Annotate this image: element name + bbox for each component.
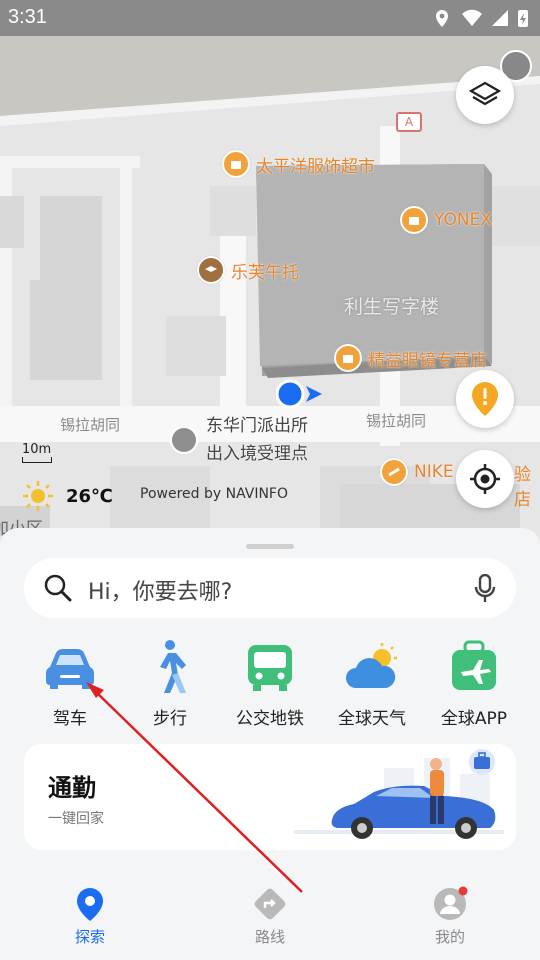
travel-icon	[444, 636, 504, 698]
quick-action-weather[interactable]: 全球天气	[322, 636, 422, 729]
shop-icon	[222, 150, 250, 178]
locate-button[interactable]	[456, 450, 514, 508]
bottom-navigation: 探索 路线 我的	[0, 878, 540, 960]
temperature: 26℃	[66, 485, 113, 507]
explore-pin-icon	[77, 888, 103, 921]
poi-yonex[interactable]: YONEX	[400, 206, 492, 234]
car-icon	[40, 636, 100, 698]
shop-icon	[334, 344, 362, 372]
location-status-icon	[436, 10, 448, 27]
signal-icon	[492, 10, 508, 26]
sun-icon	[23, 481, 53, 511]
street-label: 锡拉胡同	[60, 416, 121, 434]
commute-illustration	[294, 749, 504, 839]
quick-action-global-app[interactable]: 全球APP	[424, 636, 524, 729]
report-button[interactable]	[456, 370, 514, 428]
search-icon	[44, 574, 72, 602]
map-view[interactable]: A 太平洋服饰超市 YONEX 乐芙午托 利生写字楼 精益眼镜专营店 东华门派出…	[0, 36, 540, 536]
nav-label: 探索	[74, 928, 105, 946]
nav-label: 路线	[254, 928, 285, 946]
nav-label: 我的	[434, 928, 465, 946]
status-bar: 3:31	[0, 0, 540, 36]
quick-action-transit[interactable]: 公交地铁	[220, 636, 320, 729]
nav-mine[interactable]: 我的	[400, 886, 500, 947]
commute-subtitle: 一键回家	[48, 811, 104, 827]
scale-label: 10m	[22, 442, 52, 457]
microphone-icon[interactable]	[474, 574, 496, 604]
current-location-marker	[276, 379, 322, 409]
building-label: 利生写字楼	[344, 296, 440, 318]
bottom-sheet[interactable]: Hi，你要去哪? 驾车 步行 公交地铁 全球天气 全球APP 通勤 一键回家	[0, 528, 540, 878]
police-icon[interactable]	[170, 426, 198, 454]
poi-label: 太平洋服饰超市	[256, 156, 375, 177]
status-time: 3:31	[8, 6, 47, 28]
layers-button[interactable]	[456, 66, 514, 124]
status-icons	[436, 9, 528, 27]
quick-action-label: 公交地铁	[236, 709, 304, 729]
poi-label: 出入境受理点	[206, 444, 308, 464]
weather-widget[interactable]: 26℃	[22, 480, 113, 512]
poi-pacific-clothing[interactable]: 太平洋服饰超市	[222, 150, 375, 178]
road-badge: A	[396, 112, 422, 132]
quick-action-drive[interactable]: 驾车	[20, 636, 120, 729]
search-bar[interactable]: Hi，你要去哪?	[24, 558, 516, 618]
poi-label-fragment: 验店	[514, 465, 531, 510]
poi-police-station[interactable]: 东华门派出所 出入境受理点	[206, 412, 308, 468]
poi-label: 精益眼镜专营店	[368, 350, 487, 371]
layers-icon	[469, 81, 501, 106]
quick-action-label: 步行	[153, 709, 187, 729]
commute-card[interactable]: 通勤 一键回家	[24, 744, 516, 850]
map-scale: 10m	[22, 442, 52, 463]
map-credit: Powered by NAVINFO	[140, 486, 288, 502]
commute-title: 通勤	[48, 774, 96, 802]
crosshair-icon	[470, 464, 500, 494]
avatar-icon	[434, 886, 468, 920]
shop-icon	[380, 458, 408, 486]
wifi-icon	[462, 9, 482, 26]
alert-pin-icon	[472, 382, 498, 416]
quick-action-label: 全球APP	[440, 709, 508, 729]
poi-label: 乐芙午托	[231, 262, 299, 283]
poi-label: YONEX	[434, 210, 492, 230]
walk-icon	[140, 636, 200, 698]
weather-icon	[342, 636, 402, 698]
street-label: 锡拉胡同	[366, 412, 427, 430]
poi-lefu-daycare[interactable]: 乐芙午托	[197, 256, 299, 284]
search-input[interactable]: Hi，你要去哪?	[88, 574, 232, 606]
route-icon	[254, 888, 286, 920]
nav-route[interactable]: 路线	[220, 886, 320, 947]
poi-nike[interactable]: NIKE	[380, 458, 454, 486]
school-icon	[197, 256, 225, 284]
quick-action-label: 驾车	[53, 709, 87, 729]
quick-action-label: 全球天气	[338, 709, 406, 729]
quick-action-walk[interactable]: 步行	[120, 636, 220, 729]
poi-jingyi-optical[interactable]: 精益眼镜专营店	[334, 344, 487, 372]
bus-icon	[240, 636, 300, 698]
nav-explore[interactable]: 探索	[40, 886, 140, 947]
poi-label: 东华门派出所	[206, 416, 308, 436]
shop-icon	[400, 206, 428, 234]
sheet-handle[interactable]	[246, 544, 294, 549]
poi-label: NIKE	[414, 462, 454, 482]
notification-dot	[458, 886, 468, 896]
